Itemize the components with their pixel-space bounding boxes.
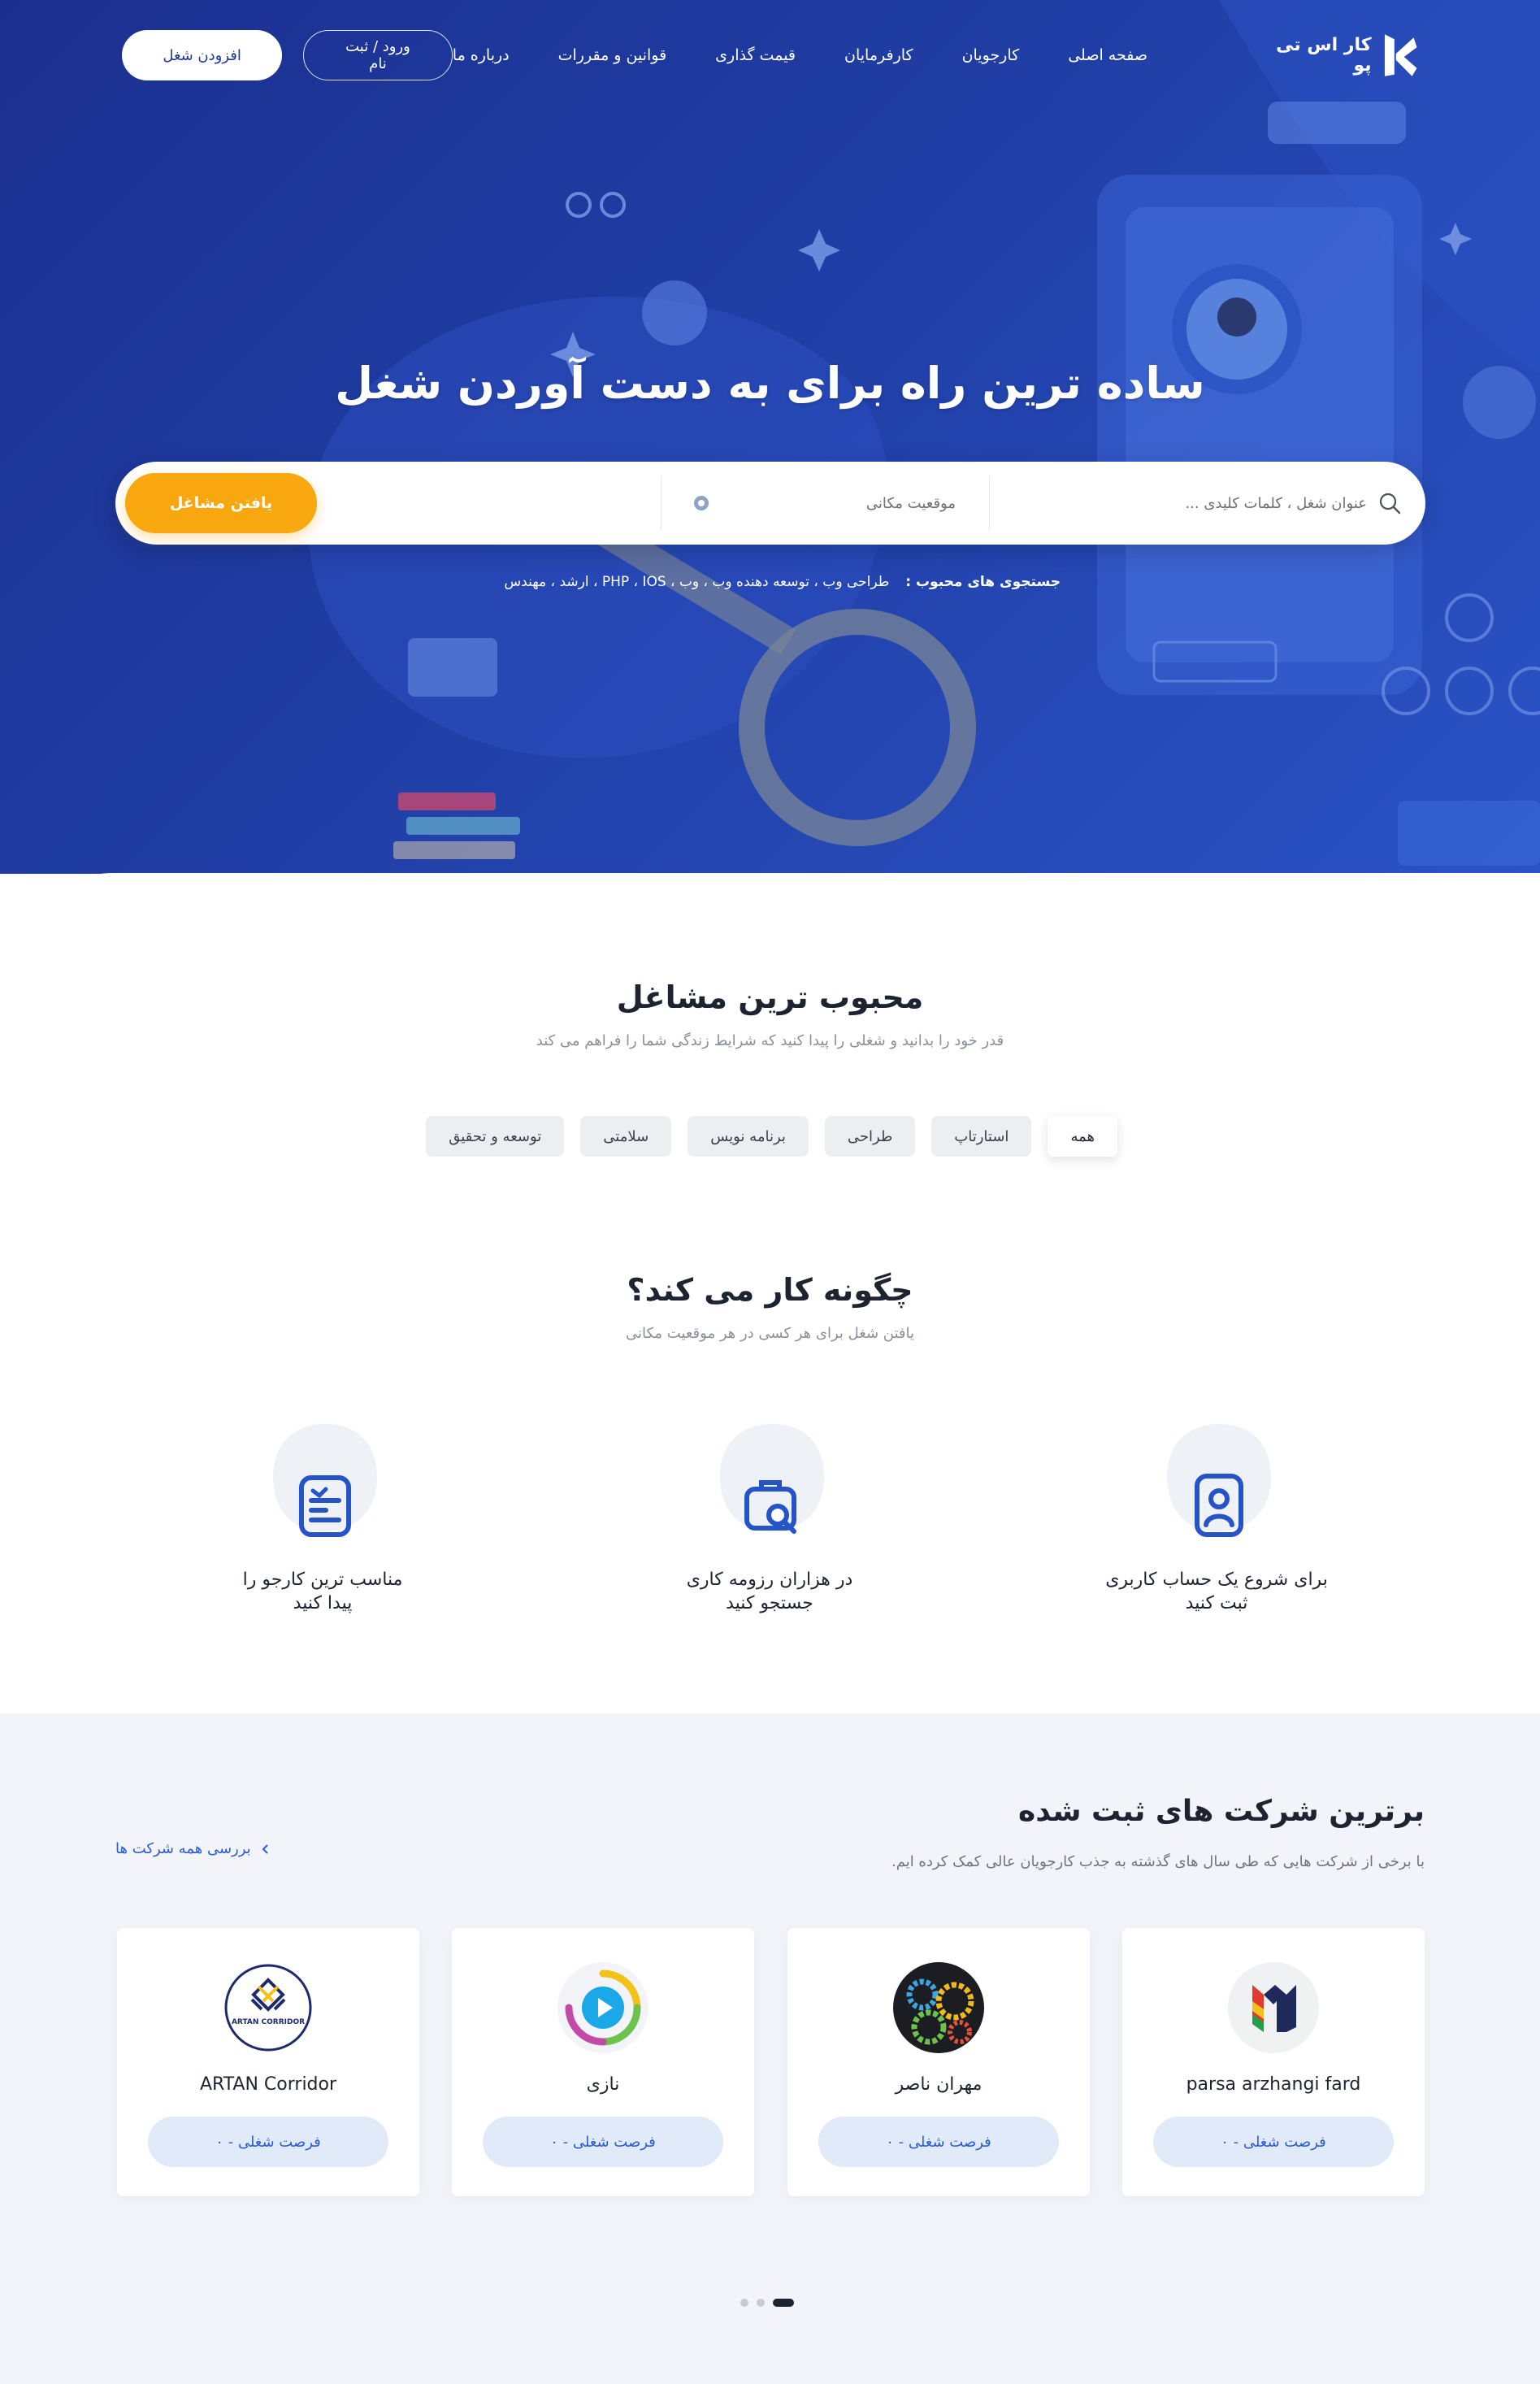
- company-card[interactable]: parsa arzhangi fard فرصت شغلی - ۰: [1122, 1928, 1425, 2196]
- company-logo-mehran: [893, 1962, 984, 2053]
- popular-searches-label: جستجوی های محبوب :: [905, 574, 1061, 590]
- category-chip-design[interactable]: طراحی: [824, 1116, 916, 1157]
- top-companies-title: برترین شرکت های ثبت شده: [1018, 1795, 1425, 1828]
- brand-name: کار اس تی پو: [1276, 35, 1372, 76]
- carousel-dot[interactable]: [757, 2299, 765, 2307]
- nav-link-employers[interactable]: کارفرمایان: [844, 46, 913, 64]
- step-search-resumes: در هزاران رزومه کاری جستجو کنید: [648, 1421, 891, 1632]
- hero-illustration: [307, 0, 1540, 866]
- company-jobs-button[interactable]: فرصت شغلی - ۰: [818, 2117, 1059, 2167]
- briefcase-search-icon: [744, 1480, 796, 1534]
- step-register-text: برای شروع یک حساب کاربری ثبت کنید: [1095, 1569, 1338, 1615]
- location-field: [663, 462, 988, 545]
- company-name: parsa arzhangi fard: [1186, 2074, 1361, 2095]
- company-name: نازی: [586, 2074, 620, 2095]
- location-input[interactable]: [744, 487, 956, 519]
- user-badge-icon: [1195, 1474, 1243, 1537]
- step-search-text: در هزاران رزومه کاری جستجو کنید: [648, 1569, 891, 1615]
- step-text-line: ثبت کنید: [1185, 1592, 1248, 1613]
- step-find-candidate: مناسب ترین کارجو را پیدا کنید: [201, 1421, 445, 1632]
- carousel-dot[interactable]: [740, 2299, 748, 2307]
- company-name: ARTAN Corridor: [199, 2074, 337, 2095]
- keyword-search-field: [995, 462, 1401, 545]
- company-card[interactable]: مهران ناصر فرصت شغلی - ۰: [787, 1928, 1090, 2196]
- company-logo-artan: ARTAN CORRIDOR: [223, 1962, 314, 2053]
- artan-logo-text: ARTAN CORRIDOR: [232, 2018, 305, 2026]
- company-card[interactable]: ARTAN CORRIDOR ARTAN Corridor فرصت شغلی …: [117, 1928, 419, 2196]
- company-logo-nazi: [557, 1962, 649, 2053]
- category-chip-health[interactable]: سلامتی: [580, 1116, 672, 1157]
- company-logo-parsa: [1228, 1962, 1319, 2053]
- step-text-line: پیدا کنید: [293, 1592, 353, 1613]
- view-all-companies-label: بررسی همه شرکت ها: [115, 1840, 251, 1857]
- step-text-line: برای شروع یک حساب کاربری: [1105, 1570, 1328, 1590]
- nav-actions: ورود / ثبت نام افزودن شغل: [122, 30, 453, 80]
- carousel-dot[interactable]: [773, 2299, 794, 2307]
- category-chip-startup[interactable]: استارتاپ: [931, 1116, 1032, 1157]
- add-job-button[interactable]: افزودن شغل: [122, 30, 283, 80]
- step-text-line: جستجو کنید: [726, 1592, 813, 1613]
- step-text-line: در هزاران رزومه کاری: [686, 1570, 853, 1590]
- nav-link-terms[interactable]: قوانین و مقررات: [558, 46, 667, 64]
- category-chip-research[interactable]: توسعه و تحقیق: [426, 1116, 565, 1157]
- popular-searches: جستجوی های محبوب : طراحی وب ، توسعه دهند…: [504, 574, 1061, 590]
- search-icon: [1379, 493, 1401, 515]
- popular-jobs-title: محبوب ترین مشاغل: [616, 979, 924, 1015]
- find-jobs-button[interactable]: یافتن مشاغل: [125, 473, 317, 533]
- step-register: برای شروع یک حساب کاربری ثبت کنید: [1095, 1421, 1338, 1632]
- step-text-line: مناسب ترین کارجو را: [242, 1570, 403, 1590]
- carousel-pagination: [740, 2299, 794, 2307]
- hero-section: کار اس تی پو صفحه اصلی کارجویان کارفرمای…: [0, 0, 1540, 874]
- hero-title: ساده ترین راه برای به دست آوردن شغل: [335, 358, 1205, 409]
- nav-link-about[interactable]: درباره ما: [453, 46, 510, 64]
- how-it-works-subtitle: یافتن شغل برای هر کسی در هر موقعیت مکانی: [625, 1325, 915, 1342]
- top-navbar: کار اس تی پو صفحه اصلی کارجویان کارفرمای…: [122, 29, 1418, 81]
- login-register-button[interactable]: ورود / ثبت نام: [303, 30, 453, 80]
- search-divider: [660, 476, 662, 530]
- company-jobs-button[interactable]: فرصت شغلی - ۰: [1153, 2117, 1394, 2167]
- job-search-bar: یافتن مشاغل: [115, 462, 1425, 545]
- step-find-text: مناسب ترین کارجو را پیدا کنید: [201, 1569, 445, 1615]
- nav-link-home[interactable]: صفحه اصلی: [1068, 46, 1147, 64]
- keyword-search-input[interactable]: [1026, 487, 1367, 519]
- company-jobs-button[interactable]: فرصت شغلی - ۰: [483, 2117, 723, 2167]
- search-divider: [988, 476, 990, 530]
- popular-search-terms[interactable]: طراحی وب ، توسعه دهنده وب ، وب ، PHP ، I…: [504, 574, 889, 590]
- brand-k-icon: [1384, 34, 1417, 76]
- view-all-companies-link[interactable]: بررسی همه شرکت ها: [115, 1840, 269, 1857]
- company-jobs-button[interactable]: فرصت شغلی - ۰: [148, 2117, 388, 2167]
- clipboard-icon: [299, 1475, 351, 1537]
- nav-link-pricing[interactable]: قیمت گذاری: [715, 46, 796, 64]
- job-category-filters: همه استارتاپ طراحی برنامه نویس سلامتی تو…: [426, 1116, 1117, 1157]
- popular-jobs-subtitle: قدر خود را بدانید و شغلی را پیدا کنید که…: [536, 1032, 1004, 1049]
- nav-link-jobseekers[interactable]: کارجویان: [962, 46, 1020, 64]
- category-chip-programmer[interactable]: برنامه نویس: [688, 1116, 809, 1157]
- location-target-icon[interactable]: [692, 494, 710, 512]
- company-card[interactable]: نازی فرصت شغلی - ۰: [452, 1928, 754, 2196]
- nav-links: صفحه اصلی کارجویان کارفرمایان قیمت گذاری…: [453, 46, 1147, 64]
- top-companies-subtitle: با برخی از شرکت هایی که طی سال های گذشته…: [891, 1853, 1425, 1870]
- company-name: مهران ناصر: [895, 2074, 983, 2095]
- chevron-left-icon: [262, 1843, 268, 1854]
- brand-logo[interactable]: کار اس تی پو: [1253, 33, 1418, 78]
- how-it-works-title: چگونه کار می کند؟: [627, 1272, 913, 1308]
- category-chip-all[interactable]: همه: [1048, 1116, 1117, 1157]
